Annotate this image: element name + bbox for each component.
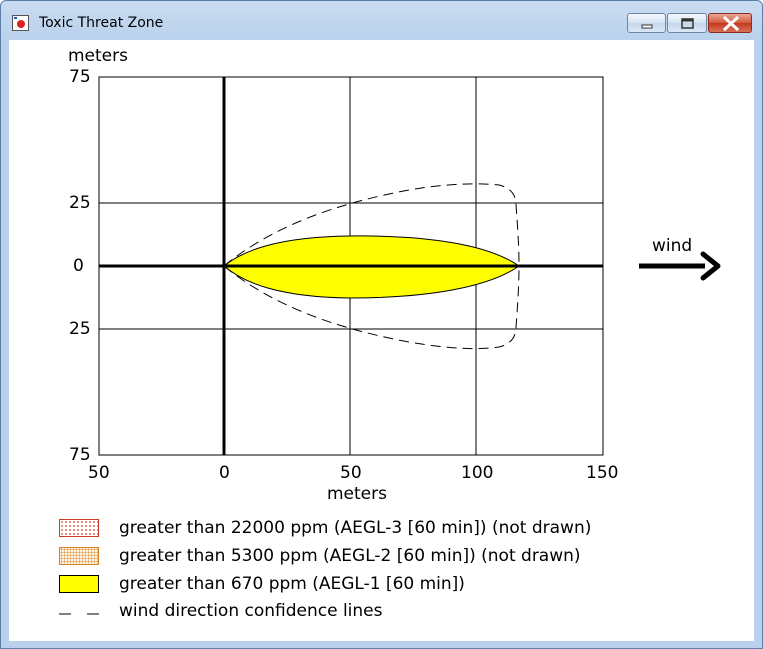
close-icon <box>722 15 740 32</box>
legend-item-aegl1: greater than 670 ppm (AEGL-1 [60 min]) <box>9 573 754 597</box>
title-bar[interactable]: Toxic Threat Zone <box>1 1 762 41</box>
aegl2-swatch <box>59 547 99 565</box>
threat-zone-plot <box>98 76 721 456</box>
y-tick-label: 0 <box>73 256 84 276</box>
right-arrow-icon <box>639 251 721 281</box>
minimize-button[interactable] <box>627 13 666 33</box>
legend-label: greater than 670 ppm (AEGL-1 [60 min]) <box>119 574 465 594</box>
x-axis-unit-label: meters <box>327 484 387 504</box>
legend-item-confidence-lines: wind direction confidence lines <box>9 600 754 624</box>
legend-item-aegl2: greater than 5300 ppm (AEGL-2 [60 min]) … <box>9 545 754 569</box>
legend-item-aegl3: greater than 22000 ppm (AEGL-3 [60 min])… <box>9 517 754 541</box>
dashed-line-swatch <box>59 613 99 615</box>
aegl3-swatch <box>59 519 99 537</box>
y-tick-label: 25 <box>69 193 91 213</box>
aegl1-swatch <box>59 575 99 593</box>
minimize-icon <box>641 24 653 29</box>
y-tick-label: 75 <box>69 445 91 465</box>
x-tick-label: 150 <box>586 463 619 483</box>
y-axis-unit-label: meters <box>68 46 128 66</box>
maximize-icon <box>681 18 694 29</box>
threat-zone-app-icon <box>12 15 29 31</box>
legend-label: greater than 5300 ppm (AEGL-2 [60 min]) … <box>119 546 581 566</box>
client-area: meters 75 25 0 25 75 50 0 50 100 150 met… <box>9 40 754 641</box>
close-button[interactable] <box>708 13 752 33</box>
maximize-button[interactable] <box>667 13 707 33</box>
x-tick-label: 50 <box>88 463 110 483</box>
window-title: Toxic Threat Zone <box>39 15 164 31</box>
y-tick-label: 75 <box>69 67 91 87</box>
wind-label: wind <box>652 236 693 256</box>
x-tick-label: 0 <box>219 463 230 483</box>
x-tick-label: 50 <box>340 463 362 483</box>
y-tick-label: 25 <box>69 319 91 339</box>
legend-label: wind direction confidence lines <box>119 601 383 621</box>
x-tick-label: 100 <box>461 463 494 483</box>
legend-label: greater than 22000 ppm (AEGL-3 [60 min])… <box>119 518 592 538</box>
app-window: Toxic Threat Zone meters 75 25 0 25 75 5… <box>0 0 763 649</box>
